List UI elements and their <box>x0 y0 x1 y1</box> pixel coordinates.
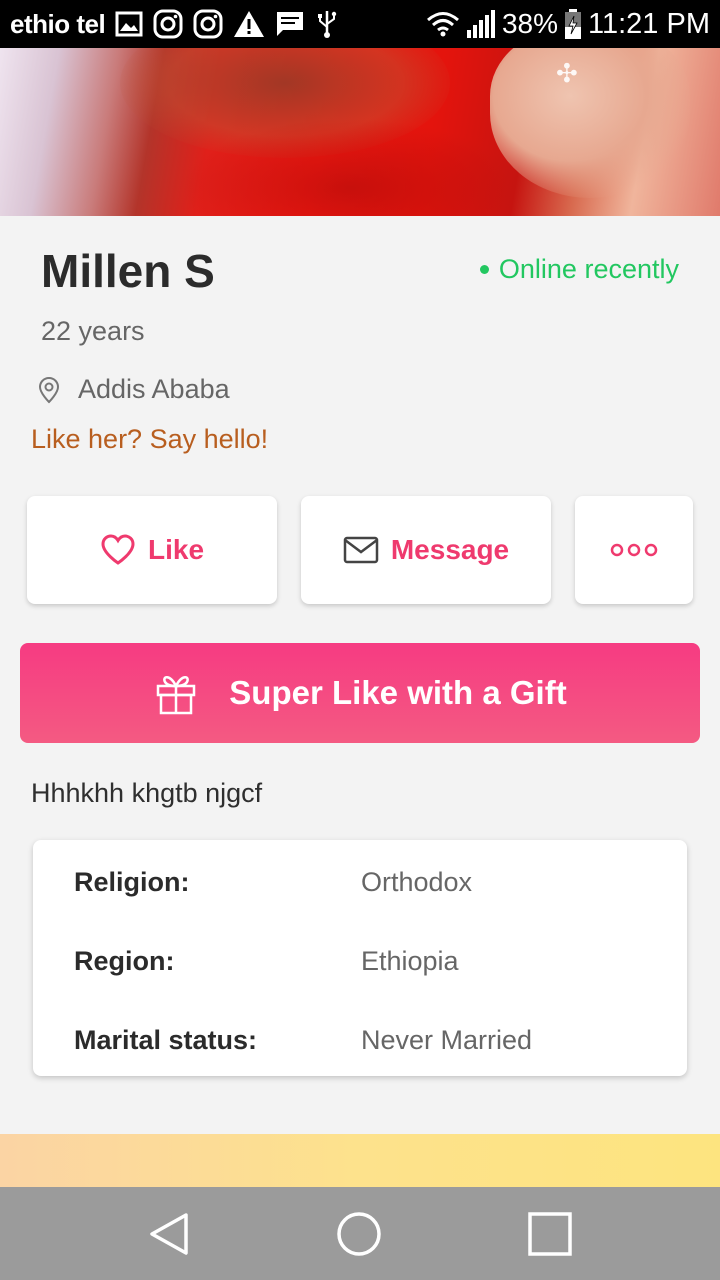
profile-age: 22 years <box>41 316 145 346</box>
android-nav-bar <box>0 1187 720 1280</box>
detail-value: Ethiopia <box>361 946 459 976</box>
signal-icon <box>466 10 495 38</box>
usb-icon <box>318 11 337 38</box>
detail-value: Orthodox <box>361 867 473 897</box>
profile-location: Addis Ababa <box>38 374 230 405</box>
more-options-button[interactable] <box>575 496 693 604</box>
wifi-icon <box>426 12 459 37</box>
profile-photo[interactable]: ✣ <box>0 48 720 216</box>
more-dots-icon <box>610 543 658 557</box>
message-button-label: Message <box>390 534 510 565</box>
battery-percent: 38% <box>501 8 559 39</box>
detail-value: Never Married <box>361 1025 533 1055</box>
super-like-gift-button[interactable]: Super Like with a Gift <box>20 643 700 743</box>
detail-row-region: Region: Ethiopia <box>74 946 674 986</box>
instagram-icon <box>153 9 183 39</box>
location-pin-icon <box>38 376 60 403</box>
home-icon[interactable] <box>334 1209 384 1259</box>
gallery-icon <box>115 11 143 37</box>
carrier-name: ethio tel <box>10 8 106 39</box>
profile-bio: Hhhkhh khgtb njgcf <box>31 778 263 808</box>
detail-label: Region: <box>74 946 175 976</box>
say-hello-prompt: Like her? Say hello! <box>31 424 269 454</box>
like-button-label: Like <box>147 534 205 565</box>
instagram-icon <box>193 9 223 39</box>
back-icon[interactable] <box>146 1209 196 1259</box>
profile-name: Millen S <box>41 245 215 297</box>
recents-icon[interactable] <box>525 1209 575 1259</box>
envelope-icon <box>343 536 379 564</box>
like-button[interactable]: Like <box>27 496 277 604</box>
message-icon <box>277 12 304 36</box>
gift-icon <box>157 676 196 715</box>
detail-label: Religion: <box>74 867 190 897</box>
profile-details-card: Religion: Orthodox Region: Ethiopia Mari… <box>33 840 687 1076</box>
warning-icon <box>234 11 265 37</box>
status-bar: ethio tel 38% 11:21 PM <box>0 0 720 48</box>
message-button[interactable]: Message <box>301 496 551 604</box>
online-status: Online recently <box>479 254 679 285</box>
detail-label: Marital status: <box>74 1025 258 1055</box>
online-status-label: Online recently <box>498 254 679 284</box>
super-like-gift-label: Super Like with a Gift <box>229 674 567 711</box>
detail-row-marital-status: Marital status: Never Married <box>74 1025 674 1065</box>
necklace-pendant: ✣ <box>556 58 578 88</box>
premium-banner[interactable] <box>0 1134 720 1194</box>
battery-charging-icon <box>565 9 582 39</box>
clock: 11:21 PM <box>588 7 710 40</box>
detail-row-religion: Religion: Orthodox <box>74 867 674 907</box>
heart-icon <box>101 534 135 565</box>
location-label: Addis Ababa <box>78 374 230 404</box>
online-dot-icon <box>479 265 489 274</box>
